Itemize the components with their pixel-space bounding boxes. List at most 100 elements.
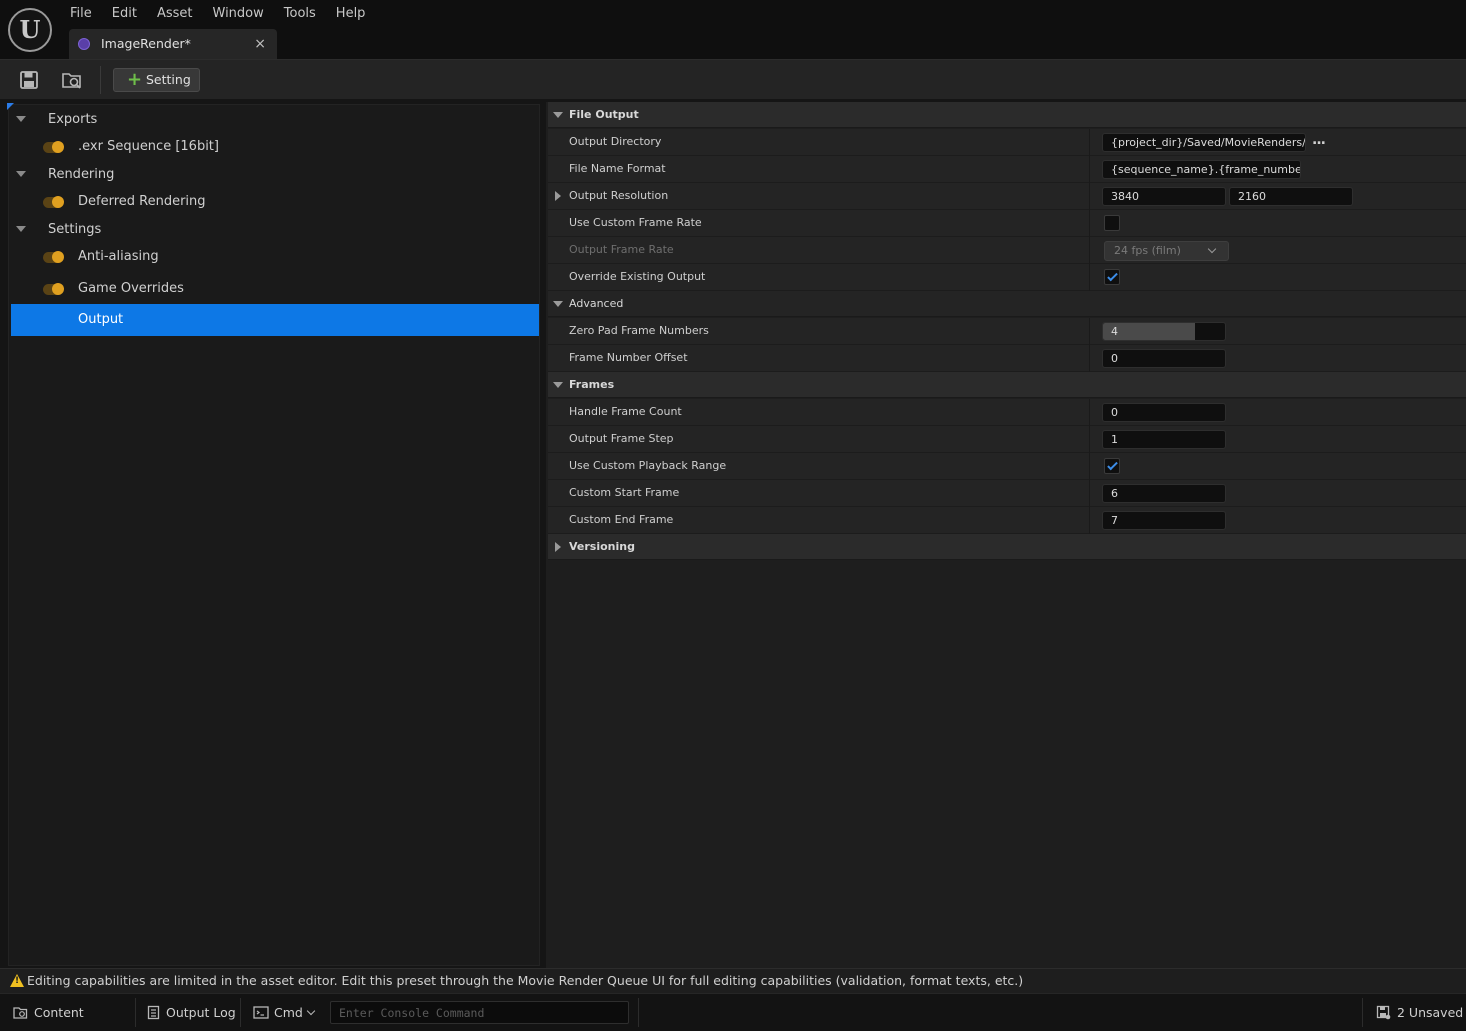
property-output-frame-step: Output Frame Step 1 bbox=[548, 426, 1466, 453]
tree-item-anti-aliasing[interactable]: Anti-aliasing bbox=[11, 242, 539, 272]
property-zero-pad-frame-numbers: Zero Pad Frame Numbers 4 bbox=[548, 318, 1466, 345]
property-name: Override Existing Output bbox=[569, 270, 706, 283]
tree-item-label: .exr Sequence [16bit] bbox=[78, 139, 219, 154]
category-versioning[interactable]: Versioning bbox=[548, 534, 1466, 560]
column-splitter[interactable] bbox=[1089, 453, 1090, 480]
expand-arrow-icon[interactable] bbox=[555, 191, 561, 201]
collapse-arrow-icon[interactable] bbox=[553, 382, 563, 388]
property-name: Frame Number Offset bbox=[569, 351, 688, 364]
resolution-x-field[interactable]: 3840 bbox=[1102, 187, 1226, 206]
category-file-output[interactable]: File Output bbox=[548, 102, 1466, 128]
output-frame-step-field[interactable]: 1 bbox=[1102, 430, 1226, 449]
column-splitter[interactable] bbox=[1089, 507, 1090, 534]
tree-item-label: Deferred Rendering bbox=[78, 194, 206, 209]
resolution-y-field[interactable]: 2160 bbox=[1229, 187, 1353, 206]
enable-toggle[interactable] bbox=[43, 251, 64, 263]
collapse-arrow-icon[interactable] bbox=[553, 301, 563, 307]
frame-rate-dropdown[interactable]: 24 fps (film) bbox=[1104, 241, 1229, 261]
property-name: Output Directory bbox=[569, 135, 662, 148]
tree-item-deferred-rendering[interactable]: Deferred Rendering bbox=[11, 187, 539, 217]
property-output-frame-rate: Output Frame Rate 24 fps (film) bbox=[548, 237, 1466, 264]
column-splitter[interactable] bbox=[1089, 129, 1090, 156]
close-icon[interactable]: × bbox=[254, 29, 266, 59]
title-bar: U File Edit Asset Window Tools Help Imag… bbox=[0, 0, 1466, 60]
collapse-arrow-icon[interactable] bbox=[16, 171, 26, 177]
property-use-custom-frame-rate: Use Custom Frame Rate bbox=[548, 210, 1466, 237]
column-splitter[interactable] bbox=[1089, 399, 1090, 426]
tree-item-output[interactable]: Output bbox=[11, 304, 539, 336]
column-splitter[interactable] bbox=[1089, 210, 1090, 237]
output-log-button[interactable]: Output Log bbox=[138, 994, 238, 1031]
menu-window[interactable]: Window bbox=[203, 0, 274, 28]
add-setting-label: Setting bbox=[146, 72, 191, 87]
column-splitter[interactable] bbox=[1089, 426, 1090, 453]
terminal-icon bbox=[253, 1006, 269, 1019]
property-name: File Name Format bbox=[569, 162, 666, 175]
property-name: Output Frame Rate bbox=[569, 243, 674, 256]
browse-directory-button[interactable]: ... bbox=[1312, 129, 1326, 151]
property-file-name-format: File Name Format {sequence_name}.{frame_… bbox=[548, 156, 1466, 183]
cmd-selector[interactable]: Cmd bbox=[245, 994, 325, 1031]
property-name: Use Custom Playback Range bbox=[569, 459, 727, 472]
enable-toggle[interactable] bbox=[43, 196, 64, 208]
menu-help[interactable]: Help bbox=[326, 0, 376, 28]
unsaved-label: 2 Unsaved bbox=[1397, 1005, 1464, 1020]
output-directory-field[interactable]: {project_dir}/Saved/MovieRenders/ bbox=[1102, 133, 1306, 152]
zero-pad-slider[interactable]: 4 bbox=[1102, 322, 1226, 341]
enable-toggle[interactable] bbox=[43, 141, 64, 153]
tree-item-game-overrides[interactable]: Game Overrides bbox=[11, 274, 539, 304]
tree-group-exports[interactable]: Exports bbox=[11, 105, 539, 135]
custom-end-frame-field[interactable]: 7 bbox=[1102, 511, 1226, 530]
use-custom-frame-rate-checkbox[interactable] bbox=[1104, 215, 1120, 231]
use-custom-playback-range-checkbox[interactable] bbox=[1104, 458, 1120, 474]
override-existing-output-checkbox[interactable] bbox=[1104, 269, 1120, 285]
expand-arrow-icon[interactable] bbox=[555, 542, 561, 552]
browse-asset-icon[interactable] bbox=[61, 69, 83, 91]
tree-group-settings[interactable]: Settings bbox=[11, 215, 539, 245]
column-splitter[interactable] bbox=[1089, 237, 1090, 264]
menu-file[interactable]: File bbox=[60, 0, 102, 28]
save-icon[interactable] bbox=[18, 69, 40, 91]
collapse-arrow-icon[interactable] bbox=[16, 116, 26, 122]
chevron-down-icon bbox=[1207, 244, 1217, 254]
checkmark-icon bbox=[1107, 270, 1118, 282]
info-bar: Editing capabilities are limited in the … bbox=[0, 968, 1466, 993]
handle-frame-count-field[interactable]: 0 bbox=[1102, 403, 1226, 422]
menu-asset[interactable]: Asset bbox=[147, 0, 203, 28]
property-name: Custom End Frame bbox=[569, 513, 674, 526]
column-splitter[interactable] bbox=[1089, 480, 1090, 507]
file-name-format-field[interactable]: {sequence_name}.{frame_number} bbox=[1102, 160, 1301, 179]
frame-number-offset-field[interactable]: 0 bbox=[1102, 349, 1226, 368]
content-drawer-button[interactable]: Content Drawer bbox=[0, 994, 133, 1031]
custom-start-frame-field[interactable]: 6 bbox=[1102, 484, 1226, 503]
tree-group-label: Settings bbox=[48, 222, 102, 237]
asset-icon bbox=[78, 38, 90, 50]
tree-group-rendering[interactable]: Rendering bbox=[11, 160, 539, 190]
tree-item-exr-sequence[interactable]: .exr Sequence [16bit] bbox=[11, 132, 539, 162]
category-advanced[interactable]: Advanced bbox=[548, 291, 1466, 317]
status-divider bbox=[638, 998, 639, 1027]
menu-tools[interactable]: Tools bbox=[274, 0, 326, 28]
collapse-arrow-icon[interactable] bbox=[553, 112, 563, 118]
column-splitter[interactable] bbox=[1089, 183, 1090, 210]
collapse-arrow-icon[interactable] bbox=[16, 226, 26, 232]
column-splitter[interactable] bbox=[1089, 318, 1090, 345]
chevron-down-icon bbox=[306, 1006, 316, 1016]
column-splitter[interactable] bbox=[1089, 264, 1090, 291]
unsaved-button[interactable]: 2 Unsaved bbox=[1368, 994, 1464, 1031]
toolbar-divider bbox=[100, 66, 101, 94]
menu-edit[interactable]: Edit bbox=[102, 0, 147, 28]
status-divider bbox=[135, 998, 136, 1027]
enable-toggle[interactable] bbox=[43, 283, 64, 295]
console-command-input[interactable] bbox=[330, 1001, 629, 1024]
tree-group-label: Exports bbox=[48, 112, 98, 127]
column-splitter[interactable] bbox=[1089, 345, 1090, 372]
add-setting-button[interactable]: + Setting bbox=[113, 68, 200, 92]
category-frames[interactable]: Frames bbox=[548, 372, 1466, 398]
status-divider bbox=[240, 998, 241, 1027]
column-splitter[interactable] bbox=[1089, 156, 1090, 183]
content-drawer-label: Content Drawer bbox=[34, 1005, 84, 1020]
document-tab[interactable]: ImageRender* × bbox=[69, 29, 277, 59]
unreal-logo-icon[interactable]: U bbox=[8, 8, 52, 52]
property-custom-start-frame: Custom Start Frame 6 bbox=[548, 480, 1466, 507]
